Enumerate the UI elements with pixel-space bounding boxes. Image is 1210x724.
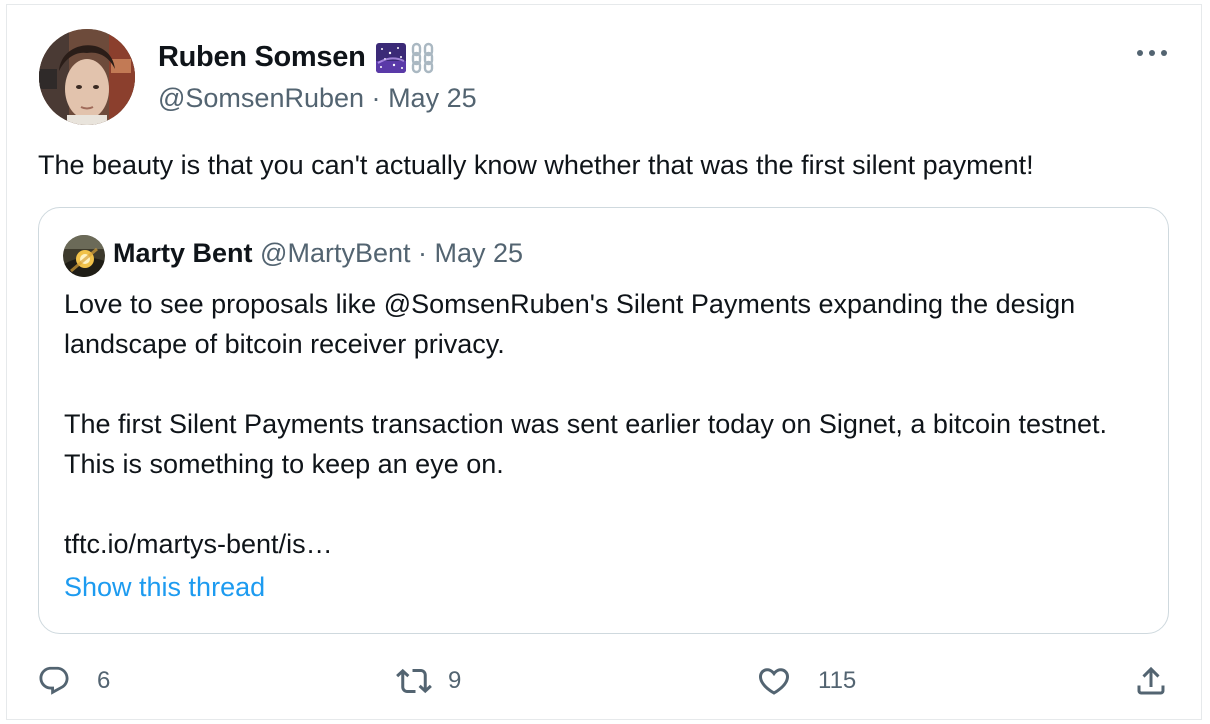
quoted-author-avatar[interactable] <box>63 235 105 277</box>
heart-icon <box>756 663 792 699</box>
retweet-button[interactable]: 9 <box>396 659 461 703</box>
meta-separator: · <box>371 83 381 113</box>
tweet-text: The beauty is that you can't actually kn… <box>38 150 1034 180</box>
author-avatar[interactable] <box>39 29 135 125</box>
quoted-body: Love to see proposals like @SomsenRuben'… <box>64 284 1154 564</box>
reply-button[interactable]: 6 <box>37 659 110 703</box>
retweet-count: 9 <box>448 667 462 694</box>
tweet-date[interactable]: May 25 <box>388 83 477 113</box>
share-icon <box>1133 663 1169 699</box>
more-icon[interactable] <box>1135 43 1169 63</box>
quoted-link[interactable]: tftc.io/martys-bent/is… <box>64 524 1154 564</box>
quoted-paragraph: Love to see proposals like @SomsenRuben'… <box>64 289 1076 359</box>
author-name-row: Ruben Somsen <box>158 41 436 74</box>
quoted-tweet[interactable]: Marty Bent @MartyBent · May 25 Love to s… <box>38 207 1169 634</box>
author-name[interactable]: Ruben Somsen <box>158 41 366 74</box>
show-thread-link[interactable]: Show this thread <box>64 572 265 603</box>
author-meta: @SomsenRuben · May 25 <box>158 83 477 114</box>
quoted-author-name[interactable]: Marty Bent <box>113 238 253 268</box>
author-handle[interactable]: @SomsenRuben <box>158 83 364 113</box>
quoted-author-handle[interactable]: @MartyBent <box>260 238 410 268</box>
galaxy-emoji-icon <box>375 42 406 73</box>
chain-emoji-icon <box>410 42 436 74</box>
quoted-date[interactable]: May 25 <box>435 238 524 268</box>
quoted-meta-separator: · <box>418 238 428 268</box>
reply-icon <box>37 664 71 698</box>
tweet-card: Ruben Somsen @SomsenRuben · May 25 The b… <box>6 4 1202 720</box>
like-button[interactable]: 115 <box>756 659 856 703</box>
quoted-paragraph: The first Silent Payments transaction wa… <box>64 409 1108 479</box>
share-button[interactable] <box>1133 659 1169 703</box>
reply-count: 6 <box>97 667 111 694</box>
quoted-header: Marty Bent @MartyBent · May 25 <box>113 238 523 269</box>
like-count: 115 <box>818 667 857 694</box>
retweet-icon <box>396 663 432 699</box>
